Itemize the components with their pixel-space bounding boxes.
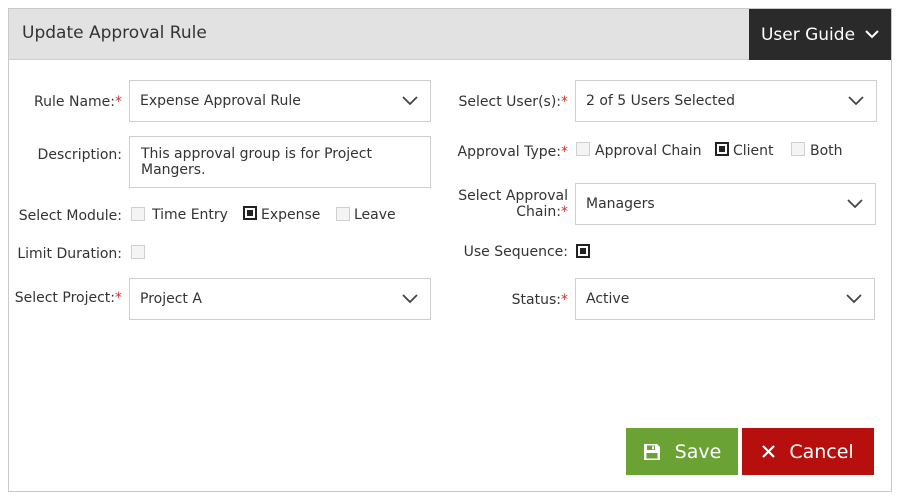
chevron-down-icon [848,96,864,106]
description-label: Description: [37,147,122,163]
both-option-label: Both [810,143,843,159]
approval-chain-checkbox[interactable] [576,142,590,156]
client-option-label: Client [733,143,774,159]
use-sequence-checkbox[interactable] [576,244,590,258]
rule-name-value: Expense Approval Rule [140,93,301,109]
approval-chain-label: Select Approval Chain:* [458,188,568,220]
select-project-value: Project A [140,291,202,307]
description-value: This approval group is for Project Mange… [141,146,372,178]
chevron-down-icon [847,199,863,209]
approval-type-label: Approval Type:* [457,144,568,160]
description-field[interactable]: This approval group is for Project Mange… [129,136,431,188]
update-approval-rule-dialog: Update Approval Rule User Guide Rule Nam… [8,8,892,492]
approval-chain-dropdown[interactable]: Managers [575,183,876,225]
cancel-label: Cancel [789,440,854,463]
select-module-label: Select Module: [18,208,122,224]
status-value: Active [586,291,630,307]
select-project-dropdown[interactable]: Project A [129,278,431,320]
approval-chain-option-label: Approval Chain [595,143,702,159]
dialog-title: Update Approval Rule [22,23,207,43]
select-project-label: Select Project:* [14,290,122,306]
rule-name-label: Rule Name:* [34,94,122,110]
limit-duration-label: Limit Duration: [17,246,122,262]
user-guide-button[interactable]: User Guide [749,9,891,60]
chevron-down-icon [402,96,418,106]
close-icon [762,445,776,458]
module-expense-checkbox[interactable] [243,206,257,220]
status-dropdown[interactable]: Active [575,278,875,320]
select-users-dropdown[interactable]: 2 of 5 Users Selected [575,80,877,122]
chevron-down-icon [865,30,879,39]
module-time-entry-checkbox[interactable] [131,207,145,221]
floppy-disk-icon [643,443,660,460]
limit-duration-checkbox[interactable] [131,245,145,259]
client-checkbox[interactable] [715,142,729,156]
module-leave-label: Leave [354,207,396,223]
rule-name-field[interactable]: Expense Approval Rule [129,80,431,122]
chevron-down-icon [402,294,418,304]
select-users-value: 2 of 5 Users Selected [586,93,736,109]
select-users-label: Select User(s):* [458,94,568,110]
approval-chain-value: Managers [586,196,655,212]
use-sequence-label: Use Sequence: [463,244,568,260]
both-checkbox[interactable] [791,142,805,156]
module-leave-checkbox[interactable] [336,207,350,221]
dialog-header: Update Approval Rule User Guide [9,9,891,60]
save-label: Save [674,440,722,463]
save-button[interactable]: Save [626,428,738,475]
chevron-down-icon [846,294,862,304]
module-time-entry-label: Time Entry [152,207,228,223]
user-guide-label: User Guide [760,24,856,45]
status-label: Status:* [511,292,568,308]
cancel-button[interactable]: Cancel [742,428,874,475]
module-expense-label: Expense [261,207,321,223]
